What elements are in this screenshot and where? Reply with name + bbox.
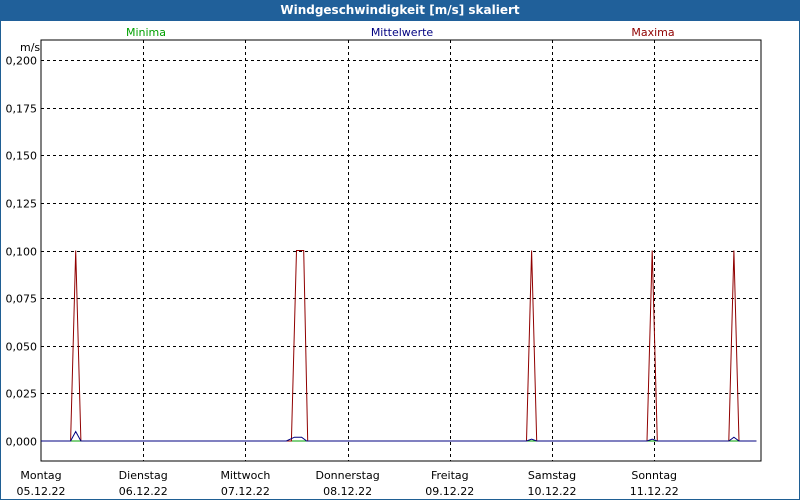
x-tick-date: 10.12.22 (528, 485, 577, 498)
y-tick-label: 0,075 (6, 293, 38, 306)
y-tick-label: 0,125 (6, 198, 38, 211)
x-tick-date: 08.12.22 (323, 485, 372, 498)
x-tick-day: Donnerstag (315, 469, 379, 482)
x-tick-day: Dienstag (119, 469, 168, 482)
y-tick-labels: 0,200 0,175 0,150 0,125 0,100 0,075 0,050 0,025… (6, 55, 38, 449)
x-tick-day: Mittwoch (220, 469, 270, 482)
x-tick-day: Sonntag (631, 469, 677, 482)
x-tick-day: Freitag (431, 469, 469, 482)
legend-minima: Minima (126, 26, 166, 39)
y-tick-label: 0,050 (6, 341, 38, 354)
y-tick-label: 0,000 (6, 436, 38, 449)
x-tick-date: 07.12.22 (221, 485, 270, 498)
x-tick-day: Montag (20, 469, 61, 482)
y-tick-label: 0,100 (6, 246, 38, 259)
legend-maxima: Maxima (631, 26, 674, 39)
x-tick-date: 05.12.22 (17, 485, 66, 498)
y-axis-unit: m/s (20, 41, 40, 54)
x-tick-date: 11.12.22 (630, 485, 679, 498)
legend-mittelwerte: Mittelwerte (371, 26, 434, 39)
x-tick-date: 09.12.22 (425, 485, 474, 498)
y-tick-label: 0,150 (6, 150, 38, 163)
plot-area (40, 39, 762, 462)
x-tick-labels: Montag 05.12.22 Dienstag 06.12.22 Mittwoch 07… (17, 469, 679, 498)
wind-speed-chart: Minima Mittelwerte Maxima m/s 0,200 0,175… (6, 26, 762, 498)
x-tick-day: Samstag (528, 469, 576, 482)
y-tick-label: 0,200 (6, 55, 38, 68)
y-tick-label: 0,175 (6, 103, 38, 116)
x-tick-date: 06.12.22 (119, 485, 168, 498)
y-tick-label: 0,025 (6, 388, 38, 401)
